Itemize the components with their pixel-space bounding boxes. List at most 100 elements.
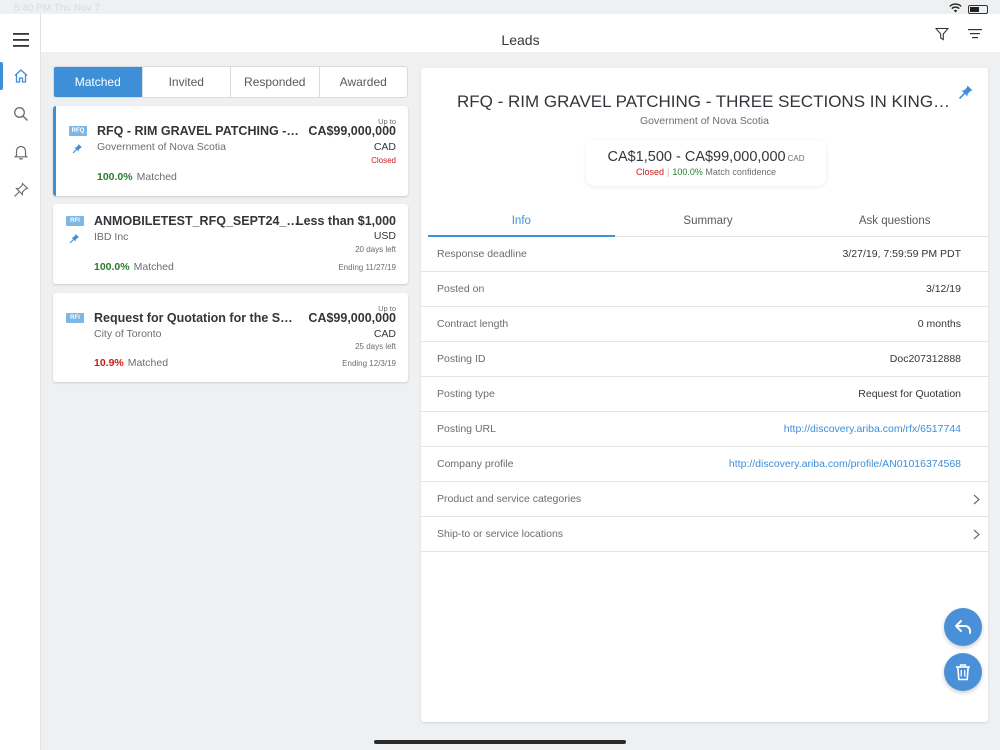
price-currency: CAD	[787, 154, 805, 163]
chevron-right-icon	[973, 494, 980, 508]
tab-invited[interactable]: Invited	[143, 67, 231, 97]
status-time: 5:40 PM Thu Nov 7	[14, 3, 100, 14]
lead-card[interactable]: RFI Request for Quotation for the Supply…	[53, 293, 408, 382]
tab-matched[interactable]: Matched	[54, 67, 143, 97]
lead-title: RFQ - RIM GRAVEL PATCHING - THREE SECTIO…	[97, 124, 302, 138]
leads-tabs: Matched Invited Responded Awarded	[53, 66, 408, 98]
lead-amount: CA$99,000,000	[308, 311, 396, 325]
info-value: 3/27/19, 7:59:59 PM PDT	[842, 248, 961, 260]
sidebar-item-home[interactable]	[0, 58, 41, 94]
info-label: Ship-to or service locations	[437, 528, 564, 540]
match-label: Matched	[127, 357, 169, 369]
home-indicator	[374, 740, 626, 744]
info-row-contract-length: Contract length 0 months	[421, 307, 988, 342]
detail-title: RFQ - RIM GRAVEL PATCHING - THREE SECTIO…	[457, 92, 957, 111]
lead-org: City of Toronto	[94, 328, 162, 340]
match-label: Matched	[133, 261, 174, 273]
posting-url-link[interactable]: http://discovery.ariba.com/rfx/6517744	[784, 423, 961, 435]
rfi-badge: RFI	[66, 313, 84, 323]
bell-icon	[13, 145, 28, 160]
info-label: Response deadline	[437, 248, 527, 260]
status-badge: Closed	[636, 167, 665, 177]
reply-icon	[955, 620, 971, 634]
info-row-posting-id: Posting ID Doc207312888	[421, 342, 988, 377]
info-value: Doc207312888	[889, 353, 961, 365]
info-row-posted-on: Posted on 3/12/19	[421, 272, 988, 307]
separator: |	[667, 167, 670, 177]
match-confidence-label: Match confidence	[705, 167, 776, 177]
lead-amount: Less than $1,000	[295, 214, 396, 228]
info-label: Posting URL	[437, 423, 496, 435]
match-score: 100.0% Matched	[94, 261, 174, 273]
tab-info[interactable]: Info	[428, 206, 615, 237]
company-profile-link[interactable]: http://discovery.ariba.com/profile/AN010…	[729, 458, 961, 470]
pin-icon[interactable]	[69, 231, 80, 249]
pin-icon	[958, 85, 973, 100]
search-icon	[13, 107, 28, 121]
info-list: Response deadline 3/27/19, 7:59:59 PM PD…	[421, 237, 988, 552]
days-left: 20 days left	[355, 245, 396, 254]
rfq-badge: RFQ	[69, 126, 87, 136]
pin-button[interactable]	[958, 84, 974, 105]
info-row-product-categories[interactable]: Product and service categories	[421, 482, 988, 517]
lead-org: IBD Inc	[94, 231, 129, 243]
sidebar	[0, 14, 41, 750]
tab-ask-questions[interactable]: Ask questions	[801, 206, 988, 236]
pin-icon[interactable]	[72, 141, 83, 159]
info-label: Posting ID	[437, 353, 486, 365]
pin-icon	[13, 182, 29, 197]
lead-currency: CAD	[373, 328, 396, 340]
sidebar-item-notifications[interactable]	[0, 134, 41, 170]
tab-responded[interactable]: Responded	[231, 67, 320, 97]
match-label: Matched	[136, 171, 177, 183]
lead-currency: USD	[373, 230, 396, 242]
info-value: 0 months	[917, 318, 961, 330]
page-title: Leads	[501, 32, 540, 48]
detail-tabs: Info Summary Ask questions	[428, 206, 988, 237]
filter-icon	[935, 27, 949, 41]
filter-button[interactable]	[932, 24, 952, 44]
sort-button[interactable]	[965, 24, 985, 44]
sidebar-item-pinned[interactable]	[0, 172, 41, 208]
tab-summary[interactable]: Summary	[615, 206, 802, 236]
match-percent: 100.0%	[94, 261, 130, 273]
detail-org: Government of Nova Scotia	[640, 115, 769, 127]
match-score: 100.0% Matched	[97, 171, 177, 183]
lead-card[interactable]: RFQ RFQ - RIM GRAVEL PATCHING - THREE SE…	[53, 106, 408, 196]
price-range: CA$1,500 - CA$99,000,000	[607, 149, 786, 165]
lead-org: Government of Nova Scotia	[97, 141, 226, 153]
info-row-company-profile: Company profile http://discovery.ariba.c…	[421, 447, 988, 482]
match-confidence-line: Closed | 100.0% Match confidence	[586, 167, 826, 177]
lead-currency: CAD	[373, 141, 396, 153]
reply-button[interactable]	[944, 608, 982, 646]
sort-icon	[968, 29, 982, 39]
delete-button[interactable]	[944, 653, 982, 691]
sidebar-item-search[interactable]	[0, 96, 41, 132]
info-row-posting-url: Posting URL http://discovery.ariba.com/r…	[421, 412, 988, 447]
info-label: Posting type	[437, 388, 495, 400]
top-bar: Leads	[41, 14, 1000, 52]
lead-title: Request for Quotation for the Supply of …	[94, 311, 299, 325]
info-value: Request for Quotation	[858, 388, 961, 400]
info-label: Posted on	[437, 283, 485, 295]
tab-awarded[interactable]: Awarded	[320, 67, 408, 97]
battery-icon	[968, 5, 988, 14]
days-left: 25 days left	[355, 342, 396, 351]
lead-title: ANMOBILETEST_RFQ_SEPT24_2019	[94, 214, 299, 228]
home-icon	[14, 69, 27, 83]
info-row-ship-to-locations[interactable]: Ship-to or service locations	[421, 517, 988, 552]
menu-button[interactable]	[0, 22, 41, 58]
hamburger-icon	[12, 33, 29, 47]
lead-detail-panel: RFQ - RIM GRAVEL PATCHING - THREE SECTIO…	[421, 68, 988, 722]
ending-date: Ending 11/27/19	[338, 263, 396, 272]
info-label: Product and service categories	[437, 493, 582, 505]
lead-card[interactable]: RFI ANMOBILETEST_RFQ_SEPT24_2019 IBD Inc…	[53, 204, 408, 284]
price-summary: CA$1,500 - CA$99,000,000 CAD Closed | 100.0…	[586, 140, 826, 186]
match-percent: 10.9%	[94, 357, 124, 369]
chevron-right-icon	[973, 529, 980, 543]
info-label: Company profile	[437, 458, 514, 470]
info-label: Contract length	[437, 318, 509, 330]
trash-icon	[956, 664, 970, 681]
match-percent: 100.0%	[97, 171, 133, 183]
price-range-line: CA$1,500 - CA$99,000,000 CAD	[586, 149, 826, 165]
